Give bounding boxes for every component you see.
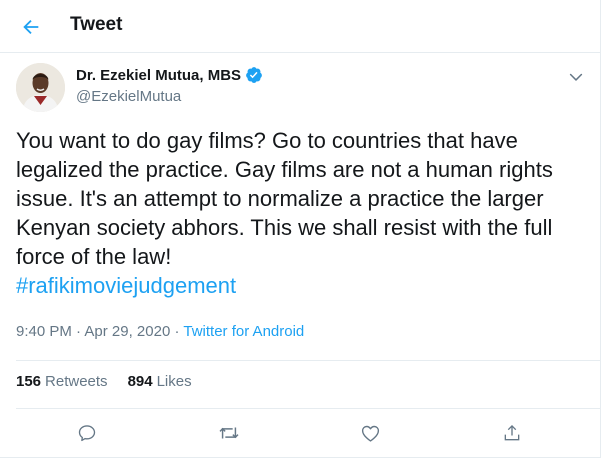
retweets-stat[interactable]: 156 Retweets <box>16 373 108 390</box>
avatar-image <box>16 63 65 112</box>
meta-separator: · <box>174 323 180 340</box>
tweet-page: Tweet Dr. Ezekiel Mutua, MBS @EzekielMut… <box>0 0 601 458</box>
arrow-left-icon <box>23 19 39 35</box>
retweets-label: Retweets <box>45 373 108 390</box>
retweet-icon <box>219 427 239 439</box>
tweet-text: You want to do gay films? Go to countrie… <box>16 126 588 300</box>
divider <box>16 360 600 361</box>
back-button[interactable] <box>16 12 46 42</box>
verified-badge-icon <box>246 67 262 83</box>
tweet-source[interactable]: Twitter for Android <box>183 323 304 340</box>
likes-label: Likes <box>156 373 192 390</box>
like-button[interactable] <box>358 421 382 445</box>
tweet-meta: 9:40 PM · Apr 29, 2020 · Twitter for And… <box>16 323 304 340</box>
reply-icon <box>78 425 96 442</box>
share-button[interactable] <box>500 421 524 445</box>
tweet-body: You want to do gay films? Go to countrie… <box>16 128 553 269</box>
tweet-date[interactable]: Apr 29, 2020 <box>84 323 170 340</box>
more-options-button[interactable] <box>566 67 586 87</box>
reply-button[interactable] <box>75 421 99 445</box>
tweet-stats: 156 Retweets 894 Likes <box>16 373 192 390</box>
retweet-button[interactable] <box>217 421 241 445</box>
likes-count: 894 <box>127 373 153 390</box>
retweets-count: 156 <box>16 373 42 390</box>
heart-icon <box>361 425 379 442</box>
tweet-actions <box>0 409 600 457</box>
author-handle[interactable]: @EzekielMutua <box>76 88 263 105</box>
tweet-time[interactable]: 9:40 PM <box>16 323 72 340</box>
page-header: Tweet <box>0 0 600 53</box>
meta-separator: · <box>76 323 82 340</box>
chevron-down-icon <box>569 73 583 81</box>
avatar[interactable] <box>16 63 65 112</box>
author-name[interactable]: Dr. Ezekiel Mutua, MBS <box>76 67 241 84</box>
tweet-author: Dr. Ezekiel Mutua, MBS @EzekielMutua <box>76 66 263 105</box>
share-icon <box>504 424 520 441</box>
page-title: Tweet <box>70 14 123 35</box>
hashtag-link[interactable]: #rafikimoviejudgement <box>16 273 236 298</box>
likes-stat[interactable]: 894 Likes <box>128 373 192 390</box>
